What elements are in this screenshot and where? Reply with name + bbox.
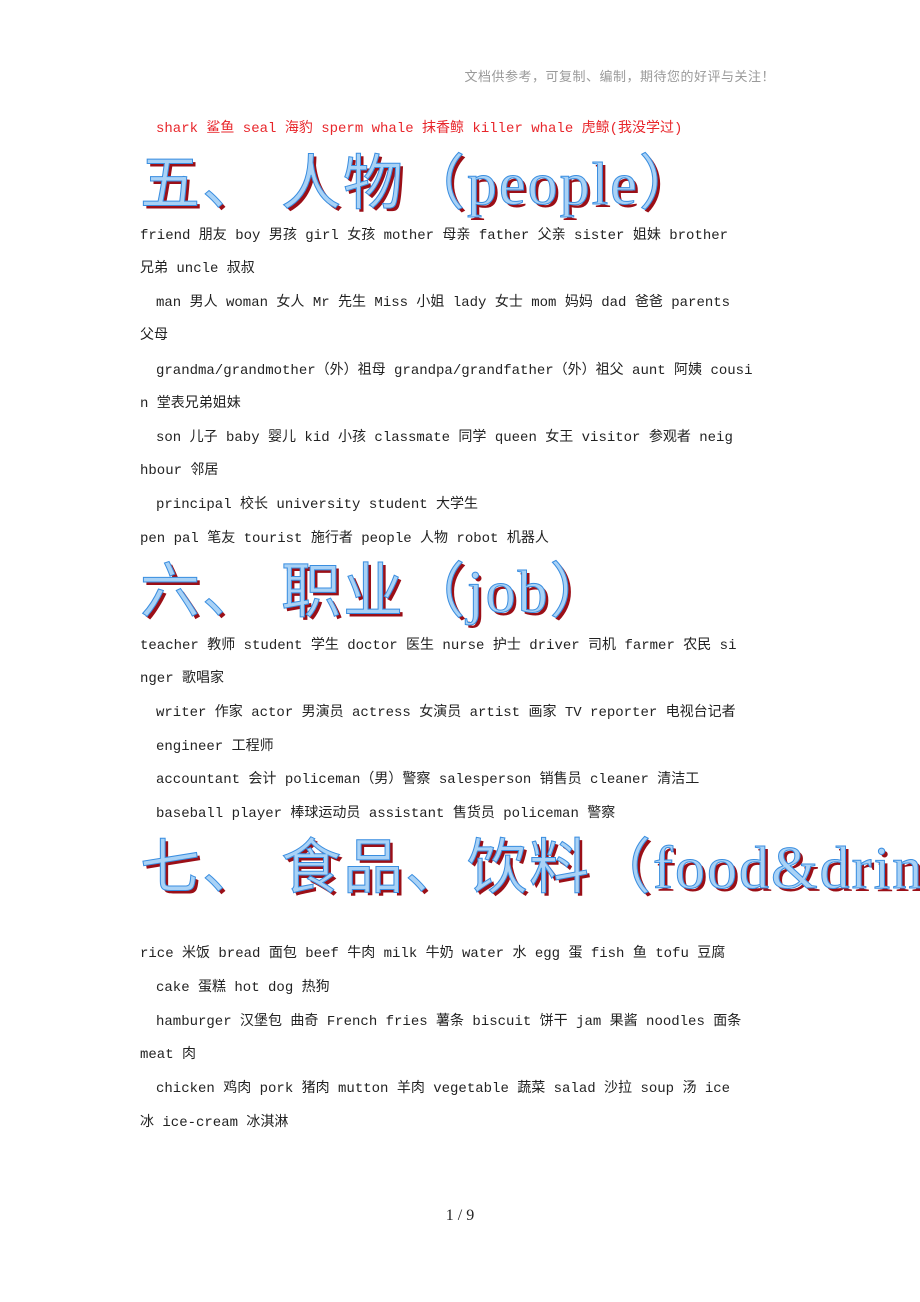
heading-job: 六、 职业（job）	[140, 559, 612, 625]
people-line: principal 校长 university student 大学生	[156, 497, 479, 513]
page-number: 1 / 9	[445, 1207, 475, 1224]
job-line: writer 作家 actor 男演员 actress 女演员 artist 画…	[156, 705, 736, 721]
people-line: pen pal 笔友 tourist 施行者 people 人物 robot 机…	[140, 531, 549, 547]
food-line: meat 肉	[140, 1047, 197, 1063]
people-line: son 儿子 baby 婴儿 kid 小孩 classmate 同学 queen…	[156, 430, 733, 446]
food-line: cake 蛋糕 hot dog 热狗	[156, 980, 330, 996]
people-line: n 堂表兄弟姐妹	[140, 396, 241, 412]
sea-animals-line: shark 鲨鱼 seal 海豹 sperm whale 抹香鲸 killer …	[156, 121, 683, 137]
people-line: 父母	[140, 328, 168, 344]
people-line: man 男人 woman 女人 Mr 先生 Miss 小姐 lady 女士 mo…	[156, 295, 731, 311]
job-line: nger 歌唱家	[140, 671, 225, 687]
job-line: baseball player 棒球运动员 assistant 售货员 poli…	[156, 806, 616, 822]
people-line: grandma/grandmother（外）祖母 grandpa/grandfa…	[156, 363, 753, 379]
job-line: teacher 教师 student 学生 doctor 医生 nurse 护士…	[140, 638, 737, 654]
people-line: friend 朋友 boy 男孩 girl 女孩 mother 母亲 fathe…	[140, 228, 729, 244]
header-note: 文档供参考，可复制、编制，期待您的好评与关注！	[464, 70, 775, 85]
food-line: 冰 ice-cream 冰淇淋	[140, 1115, 289, 1131]
heading-people: 五、 人物（people）	[140, 151, 701, 217]
food-line: chicken 鸡肉 pork 猪肉 mutton 羊肉 vegetable 蔬…	[156, 1081, 731, 1097]
job-line: accountant 会计 policeman（男）警察 salesperson…	[156, 772, 700, 788]
people-line: hbour 邻居	[140, 463, 219, 479]
job-line: engineer 工程师	[156, 739, 274, 755]
heading-food: 七、 食品、饮料（food&drink）	[139, 835, 920, 901]
food-line: hamburger 汉堡包 曲奇 French fries 薯条 biscuit…	[156, 1014, 742, 1030]
people-line: 兄弟 uncle 叔叔	[140, 261, 255, 277]
food-line: rice 米饭 bread 面包 beef 牛肉 milk 牛奶 water 水…	[140, 946, 726, 962]
